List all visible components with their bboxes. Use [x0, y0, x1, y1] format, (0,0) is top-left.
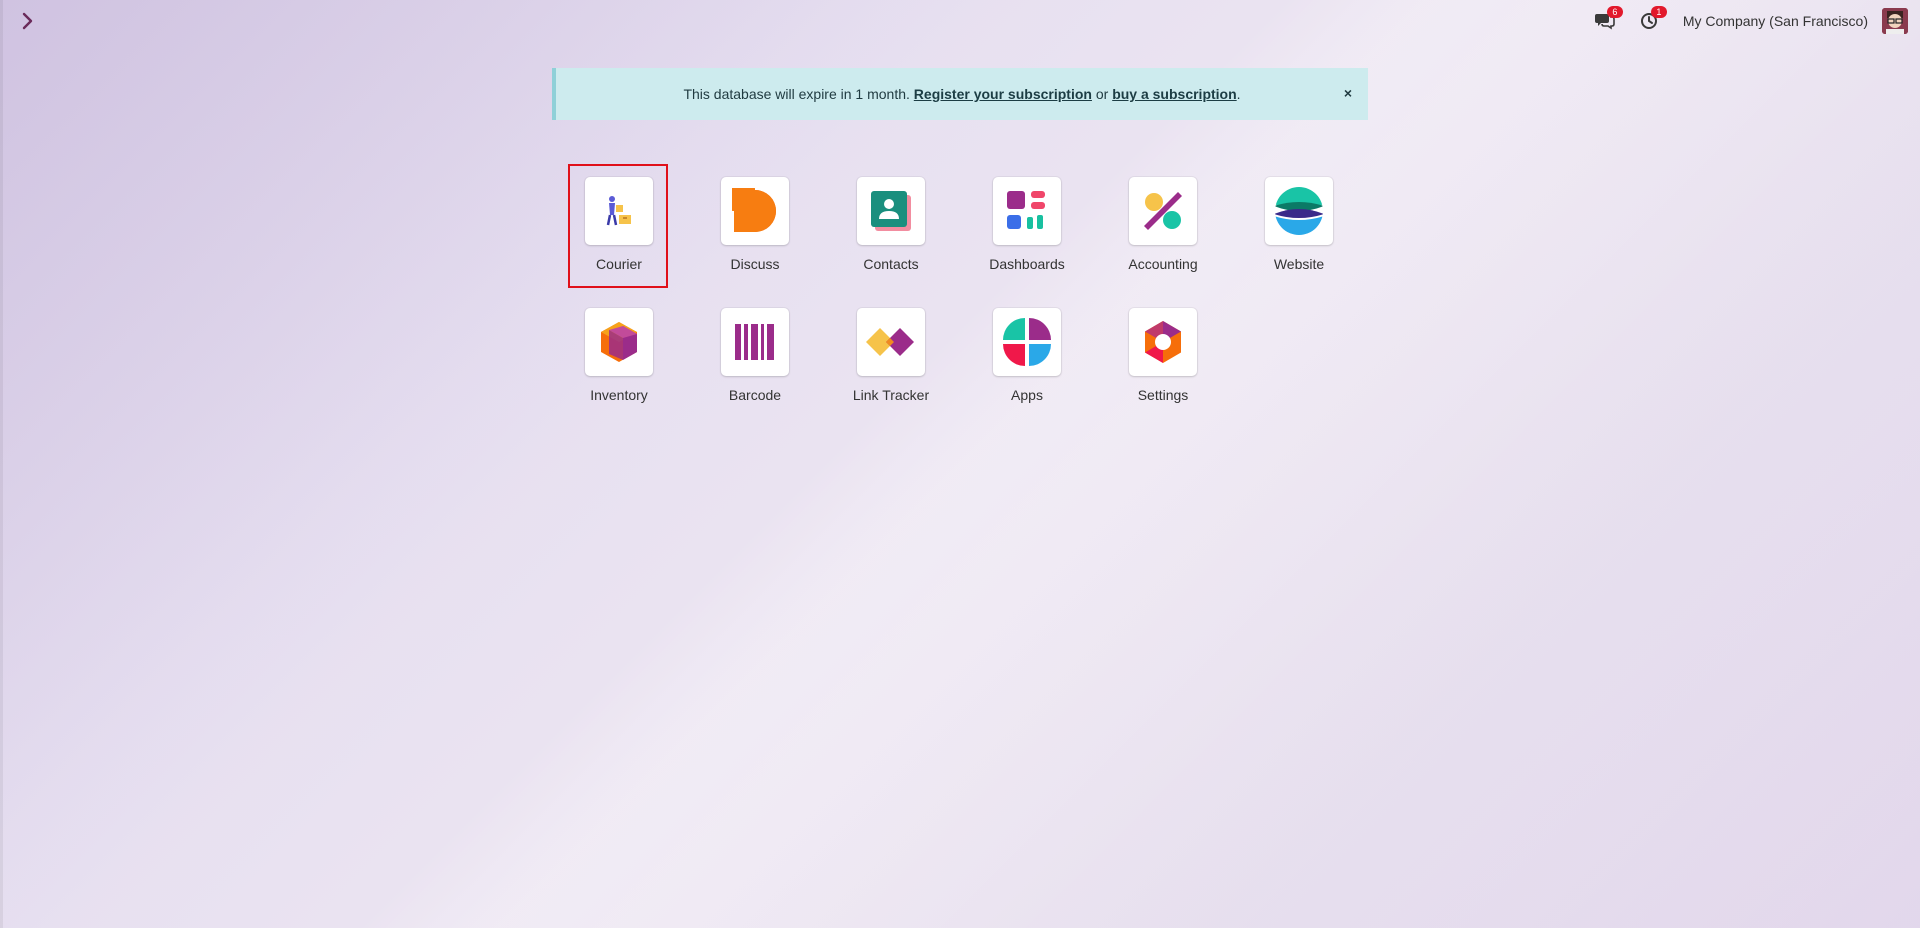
apps-icon: [993, 308, 1061, 376]
app-label: Inventory: [590, 387, 648, 403]
background-shade: [0, 0, 1920, 928]
app-link-tracker[interactable]: Link Tracker: [841, 296, 941, 406]
activities-button[interactable]: 1: [1637, 6, 1667, 33]
app-dashboards[interactable]: Dashboards: [977, 165, 1077, 275]
discuss-icon: [721, 177, 789, 245]
contacts-icon: [857, 177, 925, 245]
left-edge: [0, 0, 3, 928]
alert-or-text: or: [1095, 86, 1109, 102]
subscription-alert: This database will expire in 1 month. Re…: [552, 68, 1368, 120]
messages-badge: 6: [1606, 6, 1623, 18]
app-settings[interactable]: Settings: [1113, 296, 1213, 406]
app-courier[interactable]: Courier: [569, 165, 669, 275]
inventory-icon: [585, 308, 653, 376]
accounting-icon: [1129, 177, 1197, 245]
settings-icon: [1129, 308, 1197, 376]
app-accounting[interactable]: Accounting: [1113, 165, 1213, 275]
alert-close-button[interactable]: ×: [1344, 85, 1352, 101]
app-label: Contacts: [863, 256, 919, 272]
buy-subscription-link[interactable]: buy a subscription: [1112, 86, 1236, 102]
alert-text: This database will expire in 1 month.: [683, 86, 910, 102]
app-label: Barcode: [728, 387, 782, 403]
app-contacts[interactable]: Contacts: [841, 165, 941, 275]
background-band: [0, 0, 1920, 928]
app-website[interactable]: Website: [1249, 165, 1349, 275]
app-label: Accounting: [1128, 256, 1198, 272]
link-tracker-icon: [857, 308, 925, 376]
app-label: Website: [1273, 256, 1325, 272]
app-inventory[interactable]: Inventory: [569, 296, 669, 406]
systray: 6 1 My Company (San Francisco): [1593, 6, 1920, 34]
app-label: Settings: [1137, 387, 1189, 403]
user-avatar[interactable]: [1882, 8, 1908, 34]
app-label: Apps: [1011, 387, 1043, 403]
dashboards-icon: [993, 177, 1061, 245]
alert-period: .: [1236, 86, 1241, 102]
messages-button[interactable]: 6: [1593, 6, 1623, 33]
app-label: Link Tracker: [852, 387, 930, 403]
register-subscription-link[interactable]: Register your subscription: [914, 86, 1092, 102]
barcode-icon: [721, 308, 789, 376]
app-label: Dashboards: [989, 256, 1065, 272]
company-switcher[interactable]: My Company (San Francisco): [1683, 13, 1868, 29]
courier-icon: [585, 177, 653, 245]
avatar-icon: [1882, 8, 1908, 34]
app-label: Discuss: [730, 256, 780, 272]
app-discuss[interactable]: Discuss: [705, 165, 805, 275]
app-label: Courier: [596, 256, 642, 272]
chevron-right-icon: [22, 12, 33, 30]
activities-badge: 1: [1650, 6, 1667, 18]
website-icon: [1265, 177, 1333, 245]
menu-toggle-button[interactable]: [18, 10, 38, 32]
app-barcode[interactable]: Barcode: [705, 296, 805, 406]
app-apps[interactable]: Apps: [977, 296, 1077, 406]
background-shade-bottom: [0, 0, 1920, 928]
